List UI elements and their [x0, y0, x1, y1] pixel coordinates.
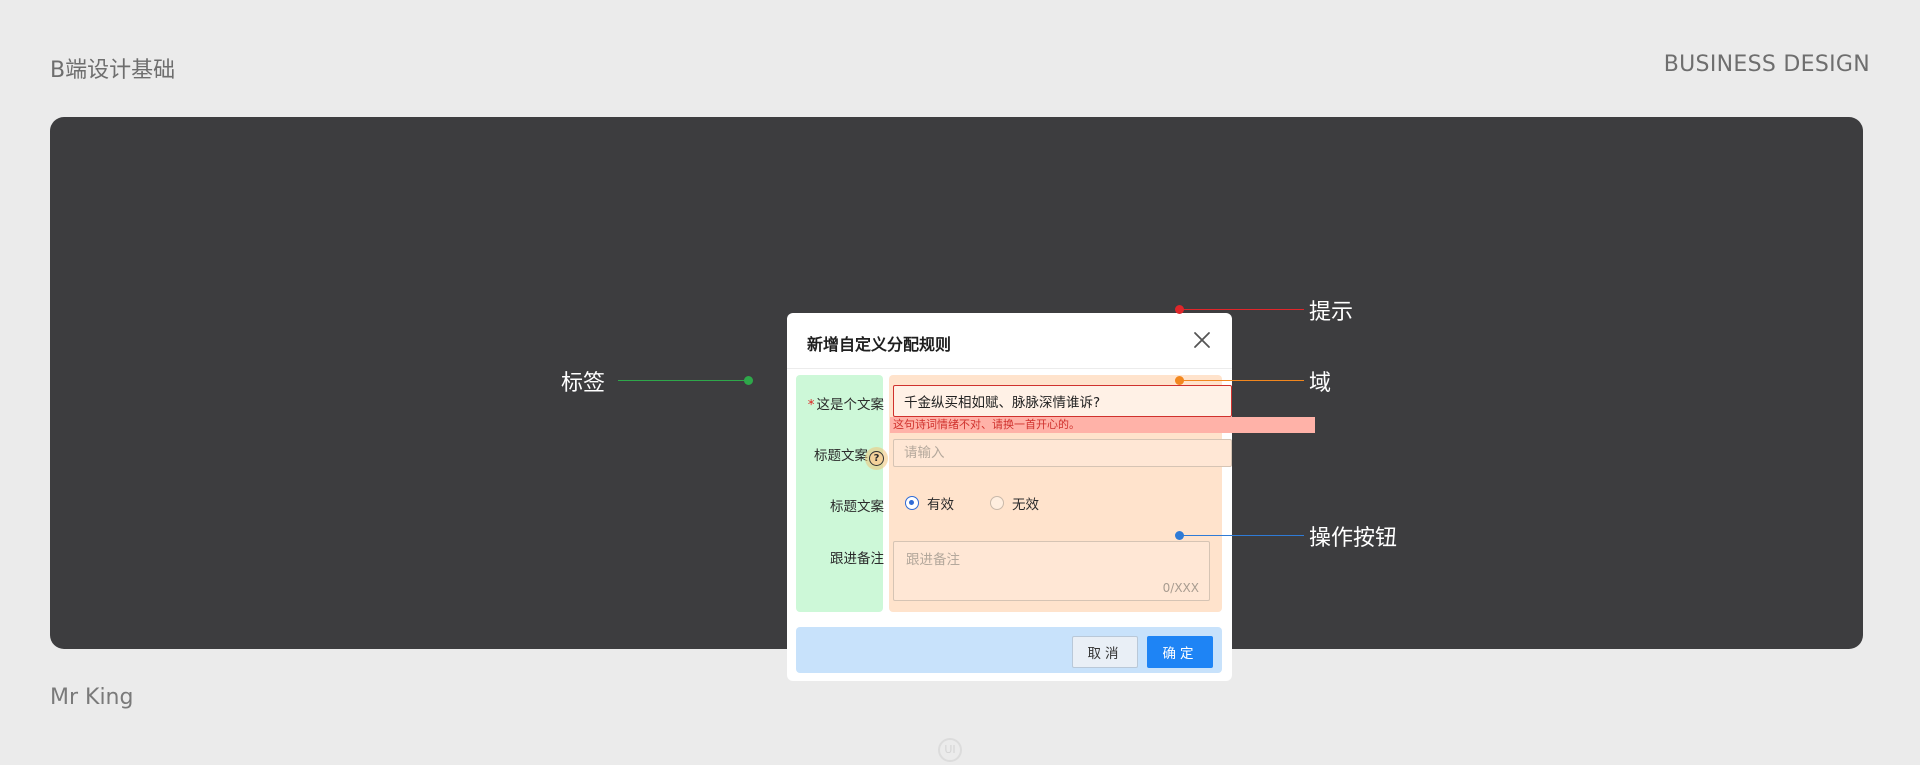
- annotation-actions-dot: [1175, 531, 1184, 540]
- radio-unchecked: [990, 496, 1004, 510]
- annotation-label-line: [618, 380, 748, 381]
- form-label-help: 标题文案?: [814, 444, 884, 466]
- author-name: Mr King: [50, 685, 134, 710]
- label-text: 这是个文案: [816, 397, 885, 413]
- annotation-field-line: [1179, 380, 1304, 381]
- close-icon[interactable]: [1192, 330, 1212, 350]
- modal-dialog: 新增自定义分配规则 *这是个文案 这句诗词情绪不对、请换一首开心的。 标题文案?…: [787, 313, 1315, 681]
- annotation-actions-text: 操作按钮: [1309, 526, 1398, 551]
- annotation-field-dot: [1175, 376, 1184, 385]
- help-icon[interactable]: ?: [869, 451, 884, 466]
- modal-header: 新增自定义分配规则: [787, 313, 1232, 369]
- page-title: B端设计基础: [50, 58, 176, 83]
- annotation-hint-text: 提示: [1309, 300, 1354, 325]
- radio-option-valid[interactable]: 有效: [905, 493, 954, 513]
- watermark-logo: UI: [938, 738, 962, 762]
- annotation-actions-line: [1179, 535, 1304, 536]
- form-label-radio: 标题文案: [830, 499, 884, 515]
- textarea-wrapper: 0/XXX: [893, 541, 1210, 601]
- radio-checked: [905, 496, 919, 510]
- radio-group: 有效 无效: [905, 493, 1075, 513]
- text-input[interactable]: [893, 439, 1232, 467]
- modal-title: 新增自定义分配规则: [807, 335, 952, 354]
- required-mark: *: [807, 397, 815, 413]
- label-text: 标题文案: [814, 448, 868, 464]
- annotation-label-text: 标签: [561, 371, 606, 396]
- form-label-required: * 这是个文案: [808, 393, 884, 413]
- ok-button[interactable]: 确定: [1147, 636, 1213, 668]
- cancel-button[interactable]: 取消: [1072, 636, 1138, 668]
- annotation-hint-line: [1179, 309, 1304, 310]
- annotation-label-dot: [744, 376, 753, 385]
- radio-option-invalid[interactable]: 无效: [990, 493, 1039, 513]
- error-message: 这句诗词情绪不对、请换一首开心的。: [890, 417, 1315, 433]
- radio-label: 无效: [1012, 497, 1039, 513]
- stage: 新增自定义分配规则 *这是个文案 这句诗词情绪不对、请换一首开心的。 标题文案?…: [50, 117, 1863, 681]
- text-input-error[interactable]: [893, 385, 1232, 417]
- char-counter: 0/XXX: [1162, 581, 1199, 595]
- form-label-remark: 跟进备注: [830, 551, 884, 567]
- page-tag: BUSINESS DESIGN: [1663, 52, 1870, 77]
- radio-label: 有效: [927, 497, 954, 513]
- annotation-field-text: 域: [1309, 371, 1332, 396]
- annotation-hint-dot: [1175, 305, 1184, 314]
